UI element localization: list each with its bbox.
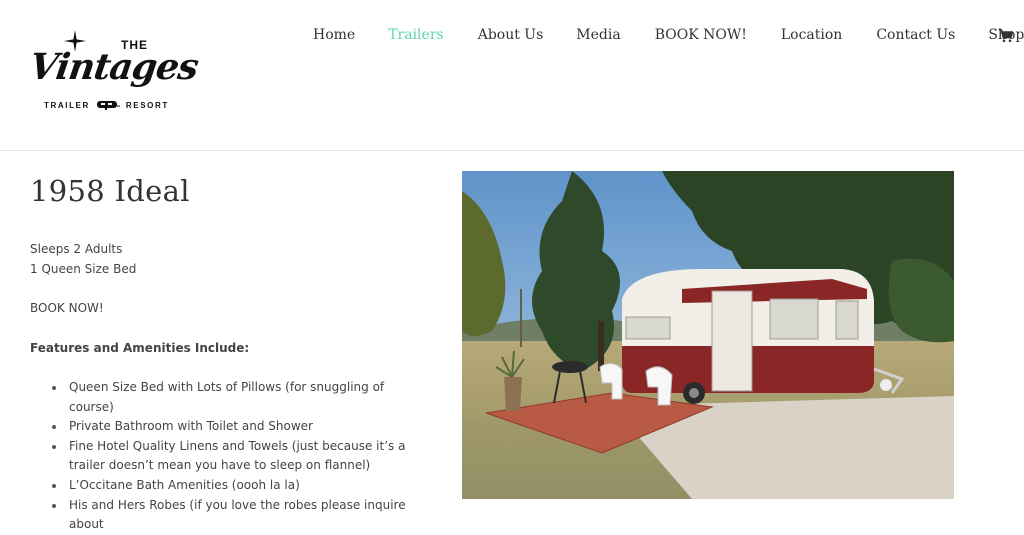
logo-script: Vintages xyxy=(27,46,201,88)
site-logo[interactable]: THE Vintages TRAILER RESORT xyxy=(27,30,200,116)
logo-subtitle: TRAILER RESORT xyxy=(44,100,169,110)
features-heading: Features and Amenities Include: xyxy=(30,341,250,355)
logo-sub-right: RESORT xyxy=(125,100,169,110)
list-item: Queen Size Bed with Lots of Pillows (for… xyxy=(52,378,422,417)
nav-contact-us[interactable]: Contact Us xyxy=(876,27,955,43)
nav-media[interactable]: Media xyxy=(576,27,620,43)
list-item: Fine Hotel Quality Linens and Towels (ju… xyxy=(52,437,422,476)
site-header: THE Vintages TRAILER RESORT Home Trailer… xyxy=(0,0,1024,151)
book-now-link[interactable]: BOOK NOW! xyxy=(30,301,104,315)
shopping-cart-icon[interactable] xyxy=(999,29,1013,43)
nav-home[interactable]: Home xyxy=(313,27,355,43)
sleeps-text: Sleeps 2 Adults xyxy=(30,242,123,256)
logo-sub-left: TRAILER xyxy=(44,100,90,110)
page-title: 1958 Ideal xyxy=(30,174,190,208)
nav-about-us[interactable]: About Us xyxy=(478,27,544,43)
list-item: L’Occitane Bath Amenities (oooh la la) xyxy=(52,476,422,496)
nav-location[interactable]: Location xyxy=(781,27,842,43)
bed-text: 1 Queen Size Bed xyxy=(30,262,137,276)
list-item: His and Hers Robes (if you love the robe… xyxy=(52,496,422,535)
main-nav: Home Trailers About Us Media BOOK NOW! L… xyxy=(313,27,1024,43)
list-item: Private Bathroom with Toilet and Shower xyxy=(52,417,422,437)
features-list: Queen Size Bed with Lots of Pillows (for… xyxy=(52,378,422,535)
vintage-trailer-photo xyxy=(462,171,954,499)
trailer-icon xyxy=(96,101,120,110)
nav-book-now[interactable]: BOOK NOW! xyxy=(655,27,747,43)
nav-trailers[interactable]: Trailers xyxy=(388,27,444,43)
